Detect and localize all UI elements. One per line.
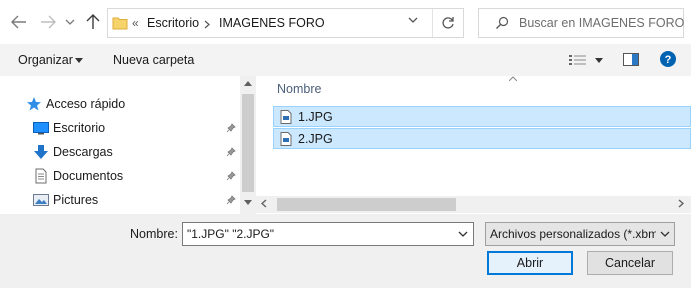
file-name: 1.JPG [298,110,333,124]
search-icon [496,16,509,29]
address-row: « Escritorio IMAGENES FORO Buscar en IMA… [0,0,691,44]
column-header-name[interactable]: Nombre [277,82,321,96]
download-arrow-icon [34,145,48,159]
navigation-scrollbar[interactable] [240,76,256,214]
chevron-down-icon[interactable] [408,17,418,23]
chevron-down-icon [65,19,75,25]
sidebar-item-quick-access[interactable]: Acceso rápido [26,93,226,115]
sidebar-item-label: Escritorio [53,121,106,135]
sidebar-item-pictures[interactable]: Pictures [33,189,233,211]
dialog-footer: Nombre: "1.JPG" "2.JPG" Archivos persona… [0,214,691,288]
scroll-left-icon[interactable] [261,199,267,208]
help-icon[interactable]: ? [660,51,676,67]
pin-icon[interactable] [226,171,236,181]
chevron-down-icon[interactable] [458,231,468,237]
sidebar-item-documentos[interactable]: Documentos [33,165,233,187]
caret-down-icon[interactable] [75,58,83,63]
chevron-right-icon[interactable] [204,20,210,29]
sidebar-item-label: Pictures [53,193,99,207]
divider [432,9,433,37]
sidebar-item-escritorio[interactable]: Escritorio [33,117,233,139]
scroll-down-icon[interactable] [244,200,252,205]
scrollbar-thumb[interactable] [242,94,254,192]
filetype-value: Archivos personalizados (*.xbm [490,227,656,241]
refresh-icon[interactable] [441,16,455,30]
breadcrumb-imagenes-foro[interactable]: IMAGENES FORO [219,16,325,30]
scrollbar-thumb[interactable] [277,198,456,211]
document-icon [35,168,47,184]
arrow-right-icon [41,15,56,29]
scroll-up-icon[interactable] [244,81,252,86]
search-box[interactable]: Buscar en IMAGENES FORO [478,8,684,38]
pin-icon[interactable] [226,195,236,205]
cancel-button[interactable]: Cancelar [587,251,673,275]
file-row[interactable]: 1.JPG [273,106,691,127]
sidebar-item-label: Acceso rápido [46,97,126,111]
scroll-right-icon[interactable] [678,199,684,208]
new-folder-button[interactable]: Nueva carpeta [113,53,194,67]
image-file-icon [280,110,292,124]
pin-icon[interactable] [226,147,236,157]
caret-down-icon[interactable] [595,58,603,63]
filename-input[interactable]: "1.JPG" "2.JPG" [182,222,474,246]
sort-ascending-icon [509,76,517,81]
sidebar-item-descargas[interactable]: Descargas [33,141,233,163]
organize-label: Organizar [18,53,73,67]
forward-button[interactable] [37,10,59,34]
star-icon [27,97,41,111]
open-button[interactable]: Abrir [487,251,573,275]
folder-icon [112,17,128,30]
overflow-chevron[interactable]: « [132,16,139,30]
chevron-down-icon [660,231,670,237]
sidebar-item-label: Descargas [53,145,113,159]
navigation-pane: Acceso rápido Escritorio Descargas Docum… [0,76,256,214]
up-button[interactable] [82,10,104,34]
breadcrumb-escritorio[interactable]: Escritorio [147,16,199,30]
back-button[interactable] [8,10,30,34]
recent-locations-button[interactable] [62,10,78,34]
command-bar: Organizar Nueva carpeta ? [0,44,691,76]
search-input[interactable]: Buscar en IMAGENES FORO [519,16,684,30]
image-file-icon [280,132,292,146]
pin-icon[interactable] [226,123,236,133]
arrow-up-icon [86,14,100,29]
file-list: Nombre 1.JPG 2.JPG [256,76,691,214]
file-name: 2.JPG [298,132,333,146]
desktop-icon [33,122,49,135]
svg-text:?: ? [665,54,672,66]
filename-label: Nombre: [130,227,178,241]
arrow-left-icon [11,15,26,29]
preview-pane-icon[interactable] [623,53,639,66]
organize-button[interactable]: Organizar [18,53,73,67]
view-options-icon[interactable] [569,54,587,66]
file-list-horizontal-scrollbar[interactable] [256,196,691,213]
filename-value: "1.JPG" "2.JPG" [187,227,275,241]
address-bar[interactable]: « Escritorio IMAGENES FORO [107,8,464,38]
file-row[interactable]: 2.JPG [273,128,691,149]
sidebar-item-label: Documentos [53,169,124,183]
filetype-select[interactable]: Archivos personalizados (*.xbm [485,222,675,246]
pictures-icon [33,194,49,206]
